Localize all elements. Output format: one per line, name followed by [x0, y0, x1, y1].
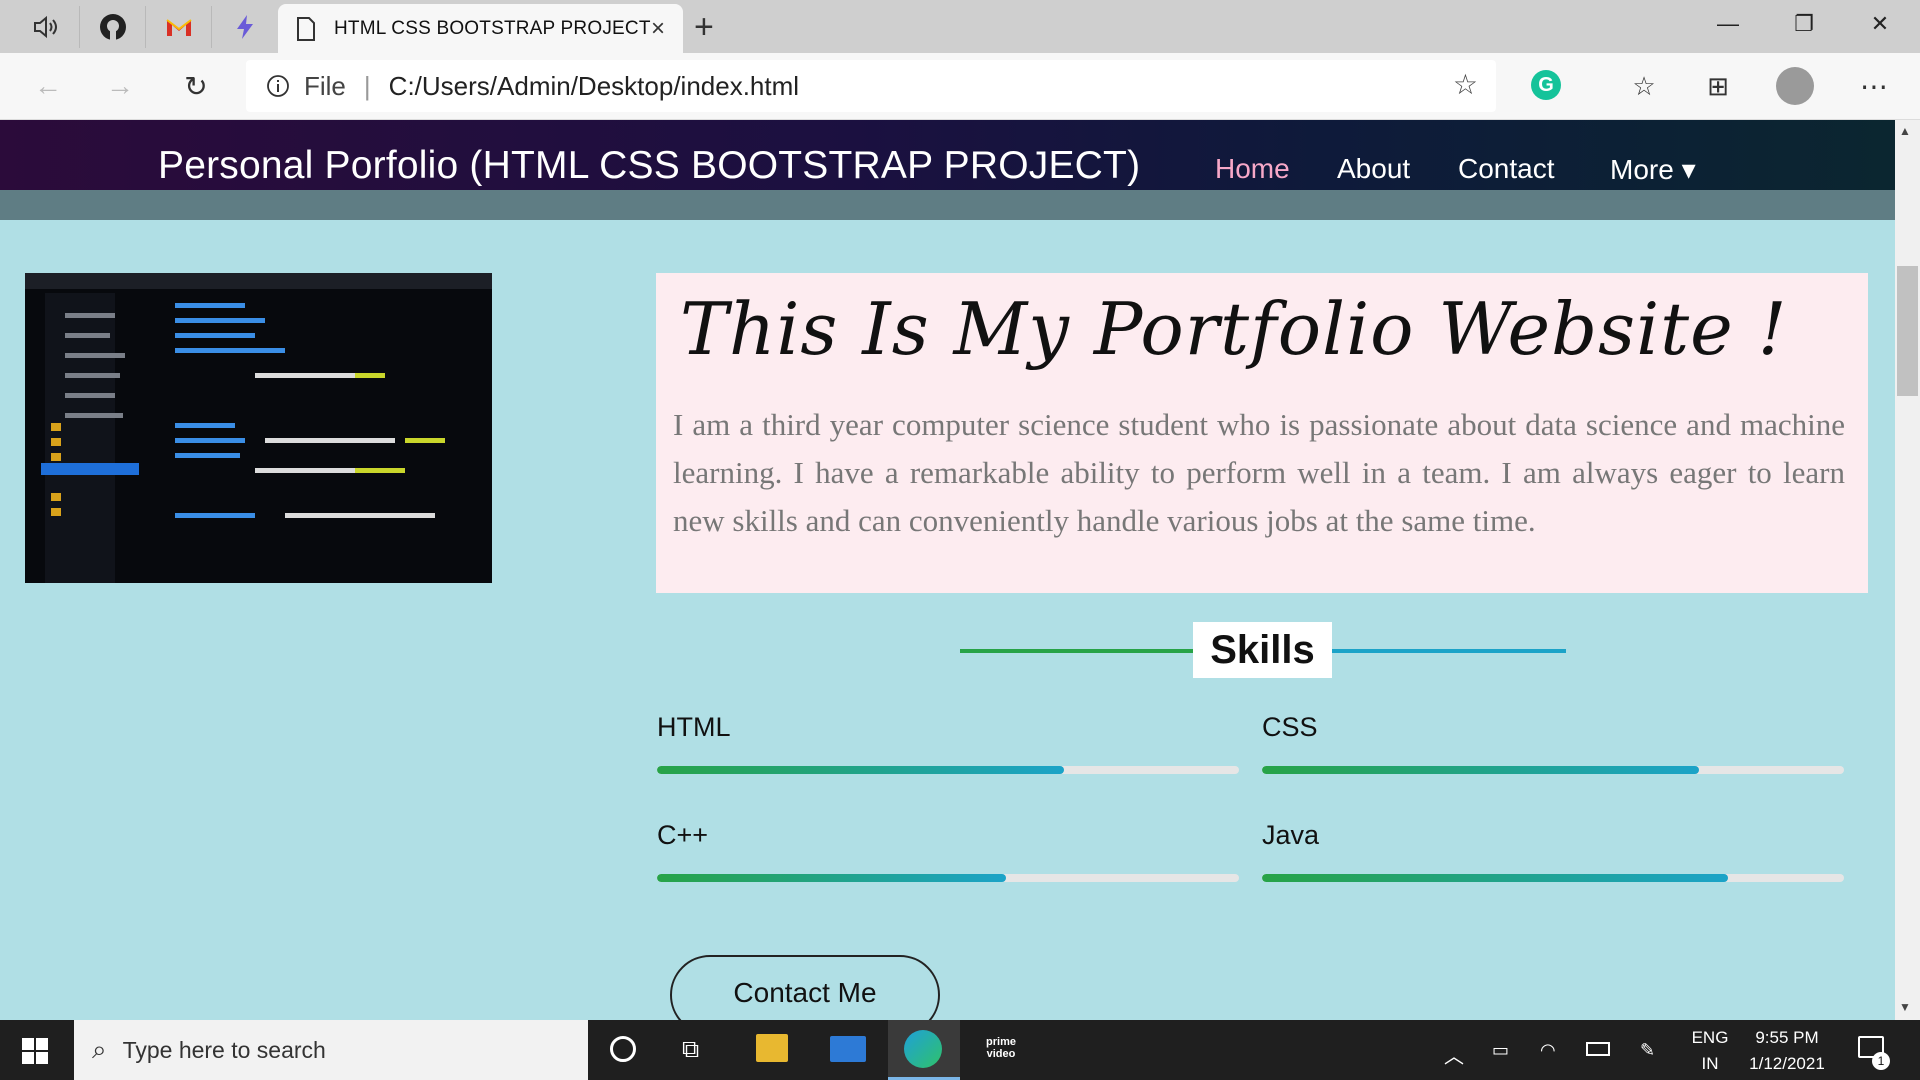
skill-label-css: CSS — [1262, 712, 1318, 742]
gmail-icon — [165, 19, 192, 36]
skill-label-java: Java — [1262, 820, 1320, 850]
scrollbar-thumb[interactable] — [1897, 266, 1918, 396]
language-indicator[interactable]: ENG IN — [1688, 1028, 1732, 1074]
code-screenshot-image — [25, 273, 492, 583]
meet-now-icon[interactable]: ▭ — [1492, 1040, 1509, 1061]
more-menu-icon[interactable]: ⋯ — [1852, 66, 1896, 106]
skill-bar-html — [657, 766, 1239, 774]
bolt-icon — [237, 15, 253, 39]
skill-fill-html — [657, 766, 1065, 774]
tab-close-icon[interactable]: × — [651, 15, 665, 43]
system-clock[interactable]: 9:55 PM 1/12/2021 — [1742, 1028, 1832, 1074]
clock-time: 9:55 PM — [1755, 1028, 1819, 1047]
site-brand[interactable]: Personal Porfolio (HTML CSS BOOTSTRAP PR… — [158, 144, 1140, 188]
address-url: C:/Users/Admin/Desktop/index.html — [388, 70, 800, 101]
intro-paragraph: I am a third year computer science stude… — [673, 407, 1845, 538]
minimize-button[interactable]: — — [1690, 0, 1766, 48]
grammarly-icon[interactable]: G — [1531, 70, 1561, 100]
cortana-icon[interactable] — [610, 1036, 636, 1062]
info-icon — [267, 75, 289, 97]
new-tab-button[interactable]: + — [694, 8, 714, 47]
speaker-icon — [33, 15, 57, 39]
nav-contact[interactable]: Contact — [1458, 153, 1555, 185]
taskbar-search-placeholder: Type here to search — [122, 1036, 326, 1063]
skills-rule-left — [960, 649, 1196, 653]
restore-button[interactable]: ❐ — [1766, 0, 1842, 48]
refresh-icon[interactable]: ↻ — [174, 66, 218, 106]
pen-icon[interactable]: ✎ — [1640, 1040, 1655, 1061]
active-tab[interactable]: HTML CSS BOOTSTRAP PROJECT × — [278, 4, 683, 53]
skill-bar-css — [1262, 766, 1844, 774]
taskbar-search-box[interactable]: ⌕ Type here to search — [74, 1020, 588, 1080]
mail-icon[interactable] — [830, 1036, 866, 1062]
region-code: IN — [1701, 1054, 1719, 1073]
back-icon[interactable]: ← — [26, 66, 70, 106]
pinned-tab-audio[interactable] — [14, 6, 80, 48]
address-bar[interactable]: File | C:/Users/Admin/Desktop/index.html… — [246, 60, 1496, 112]
contact-me-button[interactable]: Contact Me — [670, 955, 940, 1020]
skill-bar-java — [1262, 874, 1844, 882]
scroll-up-icon[interactable]: ▲ — [1899, 124, 1911, 138]
skill-fill-cpp — [657, 874, 1007, 882]
language-code: ENG — [1691, 1028, 1729, 1047]
notification-count-badge: 1 — [1872, 1052, 1890, 1070]
nav-about[interactable]: About — [1337, 153, 1410, 185]
scroll-down-icon[interactable]: ▼ — [1899, 1000, 1911, 1014]
close-window-button[interactable]: ✕ — [1842, 0, 1918, 48]
task-view-icon[interactable]: ⧉ — [682, 1036, 699, 1064]
skills-rule-right — [1330, 649, 1566, 653]
battery-icon[interactable] — [1586, 1042, 1610, 1056]
file-explorer-icon[interactable] — [756, 1034, 788, 1062]
intro-title: This Is My Portfolio Website ! — [680, 287, 1788, 371]
prime-video-icon[interactable]: prime video — [980, 1036, 1022, 1060]
skill-bar-cpp — [657, 874, 1239, 882]
pinned-tab-github[interactable] — [80, 6, 146, 48]
nav-home[interactable]: Home — [1215, 153, 1290, 185]
favorites-icon[interactable]: ☆ — [1622, 66, 1666, 106]
github-icon — [99, 14, 126, 40]
windows-start-icon[interactable] — [22, 1038, 48, 1069]
skill-label-cpp: C++ — [657, 820, 709, 850]
page-scrollbar[interactable] — [1895, 120, 1920, 1020]
address-scheme: File — [304, 70, 346, 101]
tab-title: HTML CSS BOOTSTRAP PROJECT — [334, 17, 651, 39]
code-editor-illustration — [25, 273, 492, 583]
edge-icon — [904, 1030, 942, 1068]
skill-fill-java — [1262, 874, 1728, 882]
pinned-tab-app[interactable] — [212, 6, 278, 48]
clock-date: 1/12/2021 — [1749, 1054, 1825, 1073]
page-icon — [297, 16, 315, 41]
favorite-star-icon[interactable]: ☆ — [1453, 68, 1478, 101]
search-icon: ⌕ — [92, 1034, 107, 1064]
skills-heading: Skills — [1193, 622, 1332, 678]
wifi-icon[interactable]: ◠ — [1540, 1040, 1556, 1061]
show-hidden-icons-chevron[interactable]: ︿ — [1444, 1040, 1464, 1069]
navbar-underlay — [0, 190, 1895, 220]
intro-card: This Is My Portfolio Website ! I am a th… — [656, 273, 1868, 593]
pinned-tab-gmail[interactable] — [146, 6, 212, 48]
skill-fill-css — [1262, 766, 1699, 774]
web-page: Personal Porfolio (HTML CSS BOOTSTRAP PR… — [0, 120, 1895, 1020]
skill-label-html: HTML — [657, 712, 731, 742]
nav-more-dropdown[interactable]: More ▾ — [1610, 153, 1696, 186]
collections-icon[interactable]: ⊞ — [1696, 66, 1740, 106]
profile-avatar[interactable] — [1776, 67, 1814, 105]
forward-icon[interactable]: → — [98, 66, 142, 106]
